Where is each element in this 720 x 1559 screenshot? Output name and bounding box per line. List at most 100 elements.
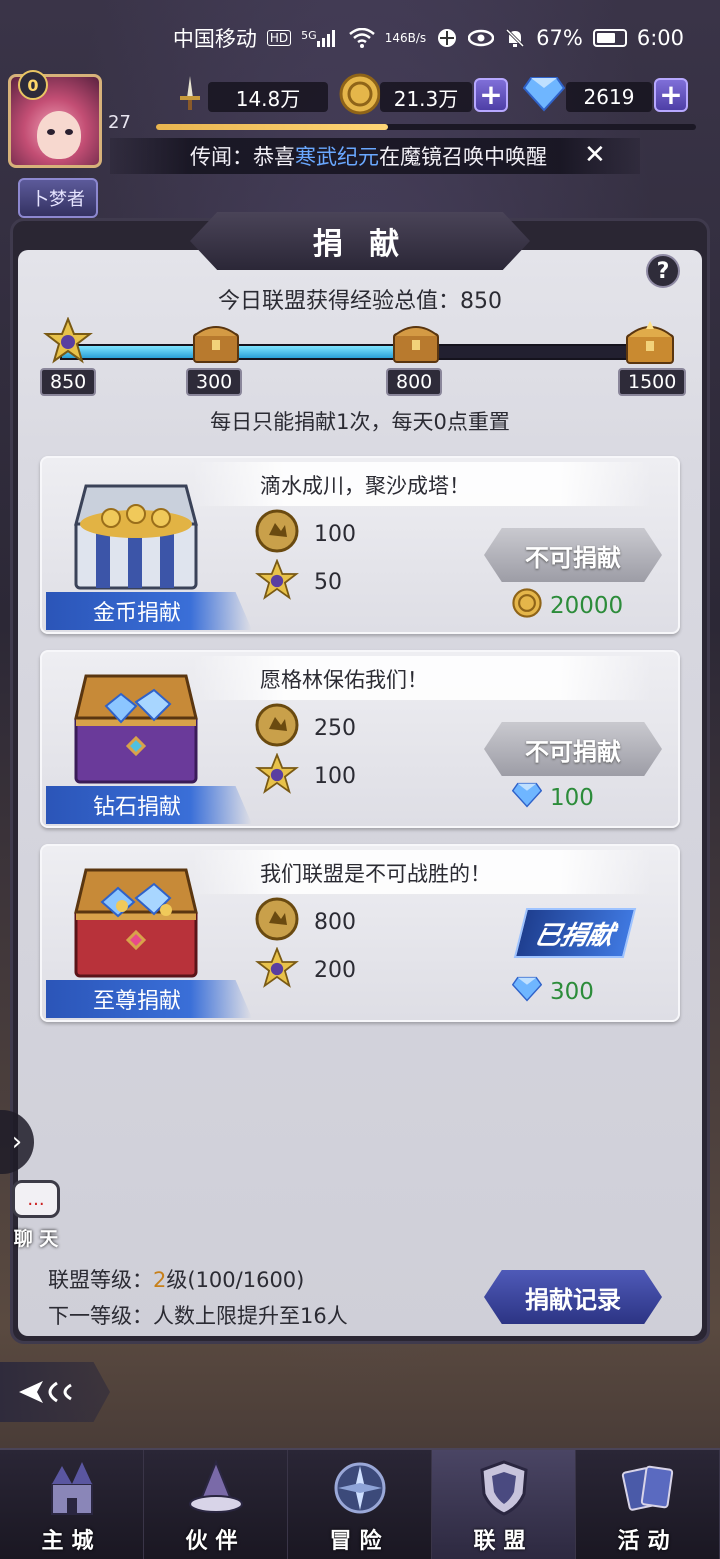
donation-type-label: 至尊捐献 (46, 980, 252, 1018)
clock: 6:00 (636, 26, 684, 50)
alliance-level-label: 联盟等级： (48, 1268, 153, 1292)
alliance-coin-icon (254, 702, 300, 748)
signal-icon: 5G (301, 29, 339, 47)
network-speed: 146 B/s (384, 30, 427, 45)
gold-chest-icon (66, 472, 206, 592)
donation-record-button[interactable]: 捐献记录 (484, 1270, 662, 1324)
battery-percent: 67% (536, 26, 583, 50)
exp-star-icon (254, 558, 300, 604)
gold-coin-icon (338, 72, 382, 116)
shield-icon (469, 1453, 539, 1523)
diamond-icon (511, 976, 543, 1008)
reward-exp-value: 100 (314, 764, 356, 789)
eye-icon (468, 29, 495, 47)
news-suffix: 在魔镜召唤中唤醒 (379, 145, 547, 169)
next-level-text: 下一等级：人数上限提升至16人 (48, 1304, 348, 1328)
news-highlight: 寒武纪元 (295, 145, 379, 169)
alliance-level-line: 联盟等级：2级(100/1600) (48, 1262, 348, 1298)
milestone-chest-icon[interactable] (622, 316, 678, 368)
xp-bar-fill (156, 124, 389, 130)
milestone-label-3: 1500 (618, 368, 687, 396)
cost-value: 100 (550, 785, 594, 811)
news-ticker: 传闻：恭喜 寒武纪元 在魔镜召唤中唤醒 (110, 138, 640, 174)
speed-value: 146 (384, 30, 408, 45)
news-prefix: 传闻：恭喜 (190, 145, 295, 169)
reward-coin-value: 800 (314, 910, 356, 935)
total-exp-label: 今日联盟获得经验总值：850 (218, 289, 502, 314)
milestone-chest-icon[interactable] (388, 316, 444, 368)
speed-unit: B/s (407, 30, 427, 45)
battery-icon (592, 29, 627, 47)
donated-stamp: 已捐献 (513, 908, 637, 958)
donation-type-label: 金币捐献 (46, 592, 252, 630)
diamond-icon (511, 782, 543, 814)
diamond-chest-icon (66, 666, 206, 786)
player-title-badge[interactable]: 卜梦者 (18, 178, 98, 218)
diamond-value: 2619 (566, 82, 652, 112)
chat-label: 聊 天 (13, 1228, 59, 1250)
hd-icon: HD (266, 30, 292, 46)
nav-label: 联盟 (473, 1529, 534, 1554)
cost-value: 20000 (550, 593, 624, 619)
milestone-label-2: 800 (386, 368, 443, 396)
donation-card-gold: 滴水成川，聚沙成塔！ 金币捐献 100 50 不可捐献 20000 (40, 456, 680, 634)
avatar-face (37, 111, 81, 159)
donation-cost: 300 (511, 976, 594, 1008)
add-diamond-button[interactable]: + (654, 78, 688, 112)
exp-star-icon (254, 752, 300, 798)
add-gold-button[interactable]: + (474, 78, 508, 112)
exp-star-icon (40, 316, 96, 368)
chat-bubble-icon: ... (12, 1180, 60, 1218)
donate-gold-button[interactable]: 不可捐献 (484, 528, 662, 582)
chat-button[interactable]: ... 聊 天 (4, 1180, 64, 1250)
exp-progress-track (60, 344, 660, 360)
top-resource-bar: 0 27 14.8万 21.3万 + 2619 + 传闻：恭喜 寒武纪元 在魔镜… (0, 66, 720, 176)
wifi-icon (348, 28, 375, 48)
milestone-chest-icon[interactable] (188, 316, 244, 368)
reward-coin-value: 250 (314, 716, 356, 741)
nav-events[interactable]: 活动 (576, 1450, 720, 1559)
nav-alliance[interactable]: 联盟 (432, 1450, 576, 1559)
player-level: 27 (108, 112, 131, 133)
gold-coin-icon (512, 588, 542, 624)
donation-card-supreme: 我们联盟是不可战胜的！ 至尊捐献 800 200 已捐献 300 (40, 844, 680, 1022)
nav-adventure[interactable]: 冒险 (288, 1450, 432, 1559)
xp-bar (156, 124, 696, 130)
avatar-eye-left (47, 129, 55, 135)
donation-cost: 100 (511, 782, 594, 814)
avatar-eye-right (65, 129, 73, 135)
donation-rule-text: 每日只能捐献1次，每天0点重置 (210, 410, 510, 434)
close-news-icon[interactable]: ✕ (584, 140, 606, 170)
donation-slogan: 滴水成川，聚沙成塔！ (260, 474, 470, 498)
reward-exp-value: 50 (314, 570, 342, 595)
witch-hat-icon (181, 1453, 251, 1523)
alliance-coin-icon (254, 896, 300, 942)
exp-star-icon (254, 946, 300, 992)
donation-cost: 20000 (512, 588, 623, 624)
nav-label: 伙伴 (185, 1529, 246, 1554)
donation-card-diamond: 愿格林保佑我们！ 钻石捐献 250 100 不可捐献 100 (40, 650, 680, 828)
chat-badge: ... (27, 1188, 45, 1210)
sword-icon (168, 72, 212, 116)
nav-main-city[interactable]: 主城 (0, 1450, 144, 1559)
donation-type-label: 钻石捐献 (46, 786, 252, 824)
alliance-level-suffix: 级(100/1600) (166, 1268, 305, 1292)
vpn-icon (436, 27, 458, 49)
donation-slogan: 愿格林保佑我们！ (260, 668, 428, 692)
gold-value: 21.3万 (380, 82, 472, 112)
panel-title: 捐 献 (190, 212, 530, 270)
alliance-level-value: 2 (153, 1268, 167, 1292)
milestone-label-1: 300 (186, 368, 243, 396)
compass-icon (325, 1453, 395, 1523)
power-value: 14.8万 (208, 82, 328, 112)
reward-coin-value: 100 (314, 522, 356, 547)
cards-icon (613, 1453, 683, 1523)
donate-diamond-button[interactable]: 不可捐献 (484, 722, 662, 776)
back-button[interactable] (0, 1362, 110, 1422)
carrier-label: 中国移动 (172, 27, 257, 51)
cost-value: 300 (550, 979, 594, 1005)
reward-exp-value: 200 (314, 958, 356, 983)
milestone-label-current: 850 (40, 368, 97, 396)
nav-partners[interactable]: 伙伴 (144, 1450, 288, 1559)
network-type-label: 5G (301, 29, 317, 42)
